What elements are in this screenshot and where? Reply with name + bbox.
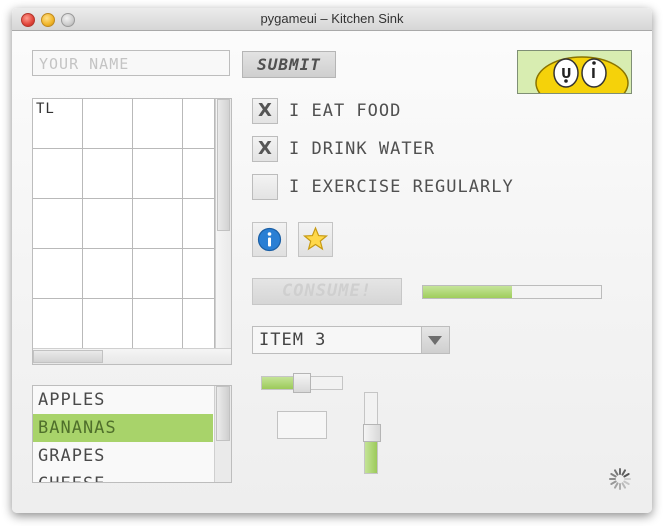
spinner-spoke <box>610 480 617 485</box>
info-button[interactable] <box>252 222 287 257</box>
checkbox-exercise[interactable] <box>252 174 278 200</box>
grid-cell[interactable] <box>133 149 183 199</box>
list-scroll-thumb[interactable] <box>216 386 230 441</box>
horizontal-slider[interactable] <box>261 373 343 393</box>
grid-cell[interactable] <box>83 299 133 349</box>
progress-fill <box>423 286 512 298</box>
list-item[interactable]: APPLES <box>33 386 213 414</box>
grid-cell[interactable] <box>183 299 215 349</box>
spinner-icon <box>609 468 631 490</box>
star-icon <box>302 226 329 251</box>
checkbox-eat-food-label: I EAT FOOD <box>289 101 402 121</box>
list-scrollbar[interactable] <box>214 386 231 482</box>
spinner-spoke <box>610 473 617 478</box>
grid-cell[interactable] <box>183 149 215 199</box>
item-select-value: ITEM 3 <box>259 330 327 350</box>
spinner-spoke <box>614 482 619 489</box>
snake-mascot-icon: U I <box>535 56 629 93</box>
grid-cell[interactable] <box>33 149 83 199</box>
checkbox-drink-water-label: I DRINK WATER <box>289 139 436 159</box>
grid-cell[interactable] <box>183 199 215 249</box>
submit-button[interactable]: SUBMIT <box>242 51 336 78</box>
svg-text:I: I <box>591 67 596 82</box>
vertical-slider-thumb[interactable] <box>363 424 381 442</box>
grid-cell[interactable] <box>83 199 133 249</box>
title-bar: pygameui – Kitchen Sink <box>12 8 652 31</box>
grid-cell[interactable] <box>83 249 133 299</box>
grid-cell[interactable] <box>133 199 183 249</box>
grid-cell[interactable] <box>183 249 215 299</box>
grid-cell[interactable] <box>133 249 183 299</box>
consume-progress-bar <box>422 285 602 299</box>
chevron-down-icon <box>428 336 442 345</box>
grid-view[interactable]: TL <box>32 98 232 365</box>
vertical-slider[interactable] <box>363 392 381 474</box>
grid-horizontal-scroll-thumb[interactable] <box>33 350 103 363</box>
empty-image-view <box>277 411 327 439</box>
favorite-button[interactable] <box>298 222 333 257</box>
checkbox-exercise-label: I EXERCISE REGULARLY <box>289 177 514 197</box>
consume-button[interactable]: CONSUME! <box>252 278 402 305</box>
item-select[interactable]: ITEM 3 <box>252 326 450 354</box>
name-input[interactable]: YOUR NAME <box>32 50 230 76</box>
grid-cell-top-left-label: TL <box>36 101 55 117</box>
grid-horizontal-scrollbar[interactable] <box>33 348 231 364</box>
list-item[interactable]: BANANAS <box>33 414 213 442</box>
app-window: pygameui – Kitchen Sink YOUR NAME SUBMIT… <box>12 8 652 513</box>
item-select-toggle-button[interactable] <box>421 327 449 353</box>
grid-cell[interactable] <box>183 99 215 149</box>
grid-cell[interactable] <box>83 149 133 199</box>
info-icon <box>257 227 282 252</box>
window-title: pygameui – Kitchen Sink <box>260 11 404 26</box>
checkbox-eat-food[interactable]: X <box>252 98 278 124</box>
pygame-logo-image: U I <box>517 50 632 94</box>
horizontal-slider-thumb[interactable] <box>293 373 311 393</box>
grid-cell[interactable] <box>33 299 83 349</box>
fruit-list[interactable]: CHEESEGRAPESBANANASAPPLES <box>32 385 232 483</box>
list-item[interactable]: CHEESE <box>33 470 213 482</box>
spinner-spoke <box>623 473 630 478</box>
grid-cell[interactable] <box>133 299 183 349</box>
list-item[interactable]: GRAPES <box>33 442 213 470</box>
grid-cell[interactable] <box>33 249 83 299</box>
spinner-spoke <box>621 469 626 476</box>
grid-vertical-scroll-thumb[interactable] <box>217 99 230 231</box>
spinner-spoke <box>614 469 619 476</box>
activity-spinner <box>608 467 632 491</box>
grid-cell[interactable] <box>133 99 183 149</box>
spinner-spoke <box>623 480 630 485</box>
spinner-spoke <box>621 482 626 489</box>
grid-cell[interactable] <box>83 99 133 149</box>
grid-vertical-scrollbar[interactable] <box>215 99 231 348</box>
grid-cell[interactable] <box>33 199 83 249</box>
checkbox-drink-water[interactable]: X <box>252 136 278 162</box>
